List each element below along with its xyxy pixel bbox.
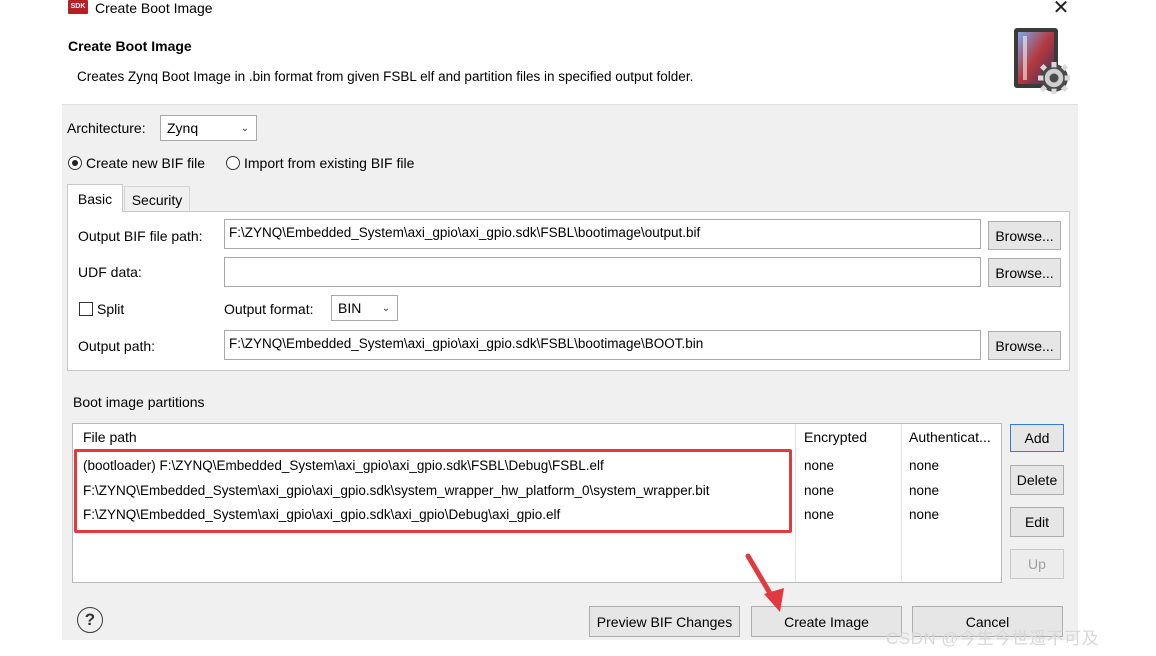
output-path-label: Output path:: [78, 338, 156, 354]
partition-encrypted: none: [804, 458, 835, 473]
boot-image-gear-icon: [1014, 28, 1070, 94]
edit-partition-button[interactable]: Edit: [1010, 507, 1064, 537]
header-description: Creates Zynq Boot Image in .bin format f…: [77, 69, 694, 84]
chevron-down-icon: ⌄: [381, 302, 391, 314]
partition-file[interactable]: F:\ZYNQ\Embedded_System\axi_gpio\axi_gpi…: [83, 483, 710, 498]
output-format-value: BIN: [338, 300, 362, 316]
partition-auth: none: [909, 483, 940, 498]
import-bif-label[interactable]: Import from existing BIF file: [244, 155, 414, 171]
udf-field[interactable]: [224, 257, 981, 287]
partition-encrypted: none: [804, 507, 835, 522]
udf-label: UDF data:: [78, 264, 142, 280]
add-partition-button[interactable]: Add: [1010, 424, 1064, 452]
up-partition-button[interactable]: Up: [1010, 549, 1064, 579]
help-icon[interactable]: ?: [77, 607, 103, 633]
output-bif-field[interactable]: F:\ZYNQ\Embedded_System\axi_gpio\axi_gpi…: [224, 219, 981, 249]
output-format-select[interactable]: BIN ⌄: [331, 295, 398, 321]
output-bif-label: Output BIF file path:: [78, 228, 203, 244]
partition-file[interactable]: (bootloader) F:\ZYNQ\Embedded_System\axi…: [83, 458, 604, 473]
split-label[interactable]: Split: [97, 301, 124, 317]
split-checkbox[interactable]: [79, 302, 93, 316]
architecture-value: Zynq: [167, 120, 199, 136]
preview-bif-button[interactable]: Preview BIF Changes: [589, 606, 740, 637]
column-header-file-path[interactable]: File path: [75, 424, 145, 450]
column-divider: [901, 424, 902, 582]
architecture-select[interactable]: Zynq ⌄: [160, 115, 257, 141]
column-header-authentication[interactable]: Authenticat...: [901, 424, 999, 450]
partition-file[interactable]: F:\ZYNQ\Embedded_System\axi_gpio\axi_gpi…: [83, 507, 560, 522]
browse-output-button[interactable]: Browse...: [988, 331, 1061, 360]
create-bif-label[interactable]: Create new BIF file: [86, 155, 205, 171]
create-bif-radio[interactable]: [68, 156, 82, 170]
tab-security[interactable]: Security: [124, 186, 190, 212]
browse-udf-button[interactable]: Browse...: [988, 258, 1061, 287]
annotation-arrow-icon: [745, 553, 784, 612]
delete-partition-button[interactable]: Delete: [1010, 465, 1064, 495]
partition-auth: none: [909, 507, 940, 522]
close-icon[interactable]: ✕: [1050, 0, 1072, 18]
partitions-label: Boot image partitions: [73, 394, 205, 410]
partitions-table[interactable]: File path Encrypted Authenticat... (boot…: [72, 423, 1002, 583]
import-bif-radio[interactable]: [226, 156, 240, 170]
window-title: Create Boot Image: [95, 0, 213, 16]
column-header-encrypted[interactable]: Encrypted: [796, 424, 875, 450]
header-title: Create Boot Image: [68, 38, 192, 54]
column-divider: [795, 424, 796, 582]
output-path-field[interactable]: F:\ZYNQ\Embedded_System\axi_gpio\axi_gpi…: [224, 330, 981, 360]
tab-basic[interactable]: Basic: [67, 184, 123, 212]
partition-encrypted: none: [804, 483, 835, 498]
app-icon: SDK: [68, 0, 88, 14]
output-format-label: Output format:: [224, 301, 314, 317]
architecture-label: Architecture:: [67, 120, 146, 136]
watermark: CSDN @今生今世遥不可及: [886, 629, 1100, 648]
browse-bif-button[interactable]: Browse...: [988, 221, 1061, 250]
partition-auth: none: [909, 458, 940, 473]
chevron-down-icon: ⌄: [240, 122, 250, 134]
